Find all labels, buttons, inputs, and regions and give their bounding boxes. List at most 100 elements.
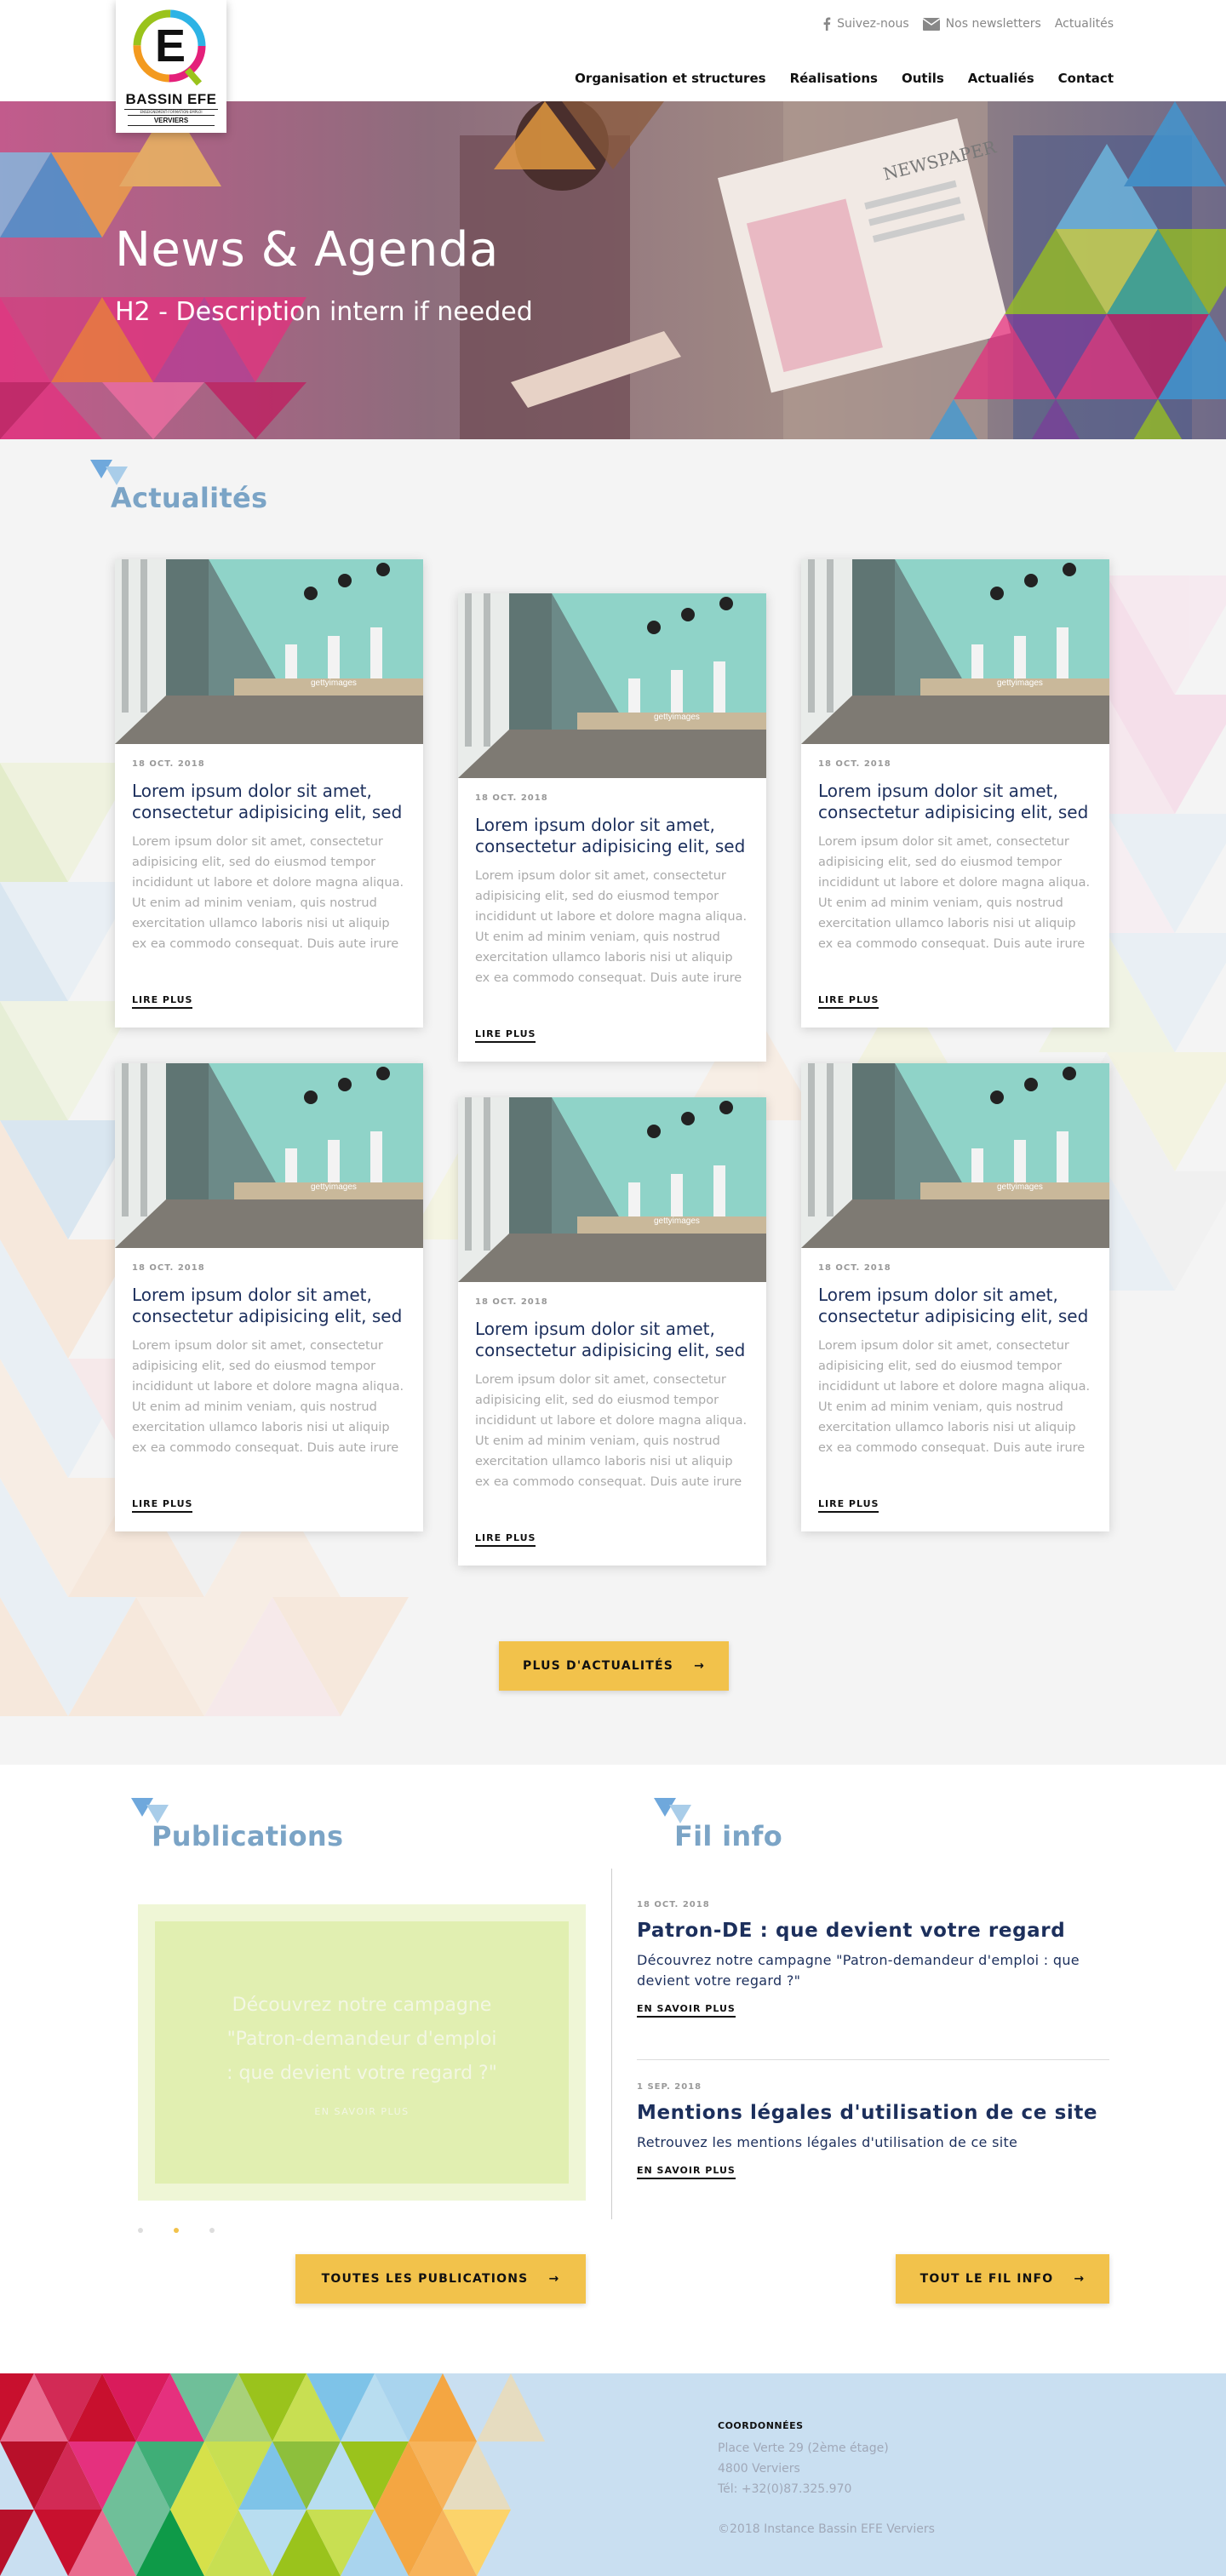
top-utility-bar: Suivez-nous Nos newsletters Actualités	[822, 17, 1114, 31]
fil-info-title[interactable]: Mentions légales d'utilisation de ce sit…	[637, 2102, 1109, 2124]
news-card-date: 18 OCT. 2018	[818, 759, 891, 769]
news-card-read-more[interactable]: LIRE PLUS	[818, 994, 879, 1009]
more-news-button[interactable]: PLUS D'ACTUALITÉS →	[499, 1641, 729, 1691]
fil-info-item: 18 OCT. 2018 Patron-DE : que devient vot…	[637, 1900, 1109, 2018]
all-fil-info-button[interactable]: TOUT LE FIL INFO →	[896, 2254, 1109, 2304]
carousel-dot[interactable]	[138, 2228, 143, 2233]
section-triangle-icon	[90, 460, 128, 485]
fil-info-date: 18 OCT. 2018	[637, 1900, 710, 1909]
news-card-excerpt: Lorem ipsum dolor sit amet, consectetur …	[818, 1339, 1091, 1455]
news-card[interactable]: gettyimages 18 OCT. 2018 Lorem ipsum dolor…	[801, 1063, 1109, 1531]
news-card-title[interactable]: Lorem ipsum dolor sit amet, consectetur …	[818, 781, 1092, 823]
news-card-excerpt: Lorem ipsum dolor sit amet, consectetur …	[475, 1373, 748, 1489]
newsletters-label: Nos newsletters	[945, 17, 1041, 31]
news-card-image: gettyimages	[801, 1063, 1109, 1248]
news-card-read-more[interactable]: LIRE PLUS	[132, 1498, 193, 1513]
arrow-right-icon: →	[1074, 2272, 1086, 2286]
news-card-read-more[interactable]: LIRE PLUS	[475, 1028, 536, 1043]
facebook-icon	[823, 17, 831, 31]
news-card-image: gettyimages	[115, 1063, 423, 1248]
image-watermark: gettyimages	[997, 1182, 1043, 1192]
divider	[637, 2059, 1109, 2060]
fil-info-more-link[interactable]: EN SAVOIR PLUS	[637, 2165, 736, 2179]
news-card[interactable]: gettyimages 18 OCT. 2018 Lorem ipsum dolor…	[801, 559, 1109, 1028]
fil-info-more-link[interactable]: EN SAVOIR PLUS	[637, 2003, 736, 2018]
site-footer: COORDONNÉES Place Verte 29 (2ème étage) …	[0, 2373, 1226, 2576]
news-card[interactable]: gettyimages 18 OCT. 2018 Lorem ipsum dolor…	[115, 1063, 423, 1531]
image-watermark: gettyimages	[311, 1182, 357, 1192]
nav-realisations[interactable]: Réalisations	[790, 71, 878, 86]
news-card-body: 18 OCT. 2018 Lorem ipsum dolor sit amet, …	[458, 778, 766, 1062]
news-card-title[interactable]: Lorem ipsum dolor sit amet, consectetur …	[475, 1319, 749, 1361]
topbar-news-link[interactable]: Actualités	[1055, 17, 1114, 31]
publication-slide[interactable]: Découvrez notre campagne "Patron-demande…	[138, 1904, 586, 2201]
copyright: ©2018 Instance Bassin EFE Verviers	[718, 2522, 935, 2536]
image-watermark: gettyimages	[654, 1216, 700, 1226]
logo-city: VERVIERS	[128, 115, 215, 126]
news-card-title[interactable]: Lorem ipsum dolor sit amet, consectetur …	[475, 815, 749, 857]
all-publications-button[interactable]: TOUTES LES PUBLICATIONS →	[295, 2254, 586, 2304]
news-card-body: 18 OCT. 2018 Lorem ipsum dolor sit amet, …	[458, 1282, 766, 1566]
news-card-image: gettyimages	[458, 1097, 766, 1282]
follow-label: Suivez-nous	[837, 17, 909, 31]
image-watermark: gettyimages	[997, 678, 1043, 688]
publications-heading: Publications	[152, 1820, 344, 1852]
logo-name: BASSIN EFE	[125, 91, 217, 107]
footer-triangle-pattern	[0, 2373, 545, 2576]
column-divider	[611, 1869, 612, 2219]
news-card[interactable]: gettyimages 18 OCT. 2018 Lorem ipsum dolor…	[458, 1097, 766, 1566]
news-card[interactable]: gettyimages 18 OCT. 2018 Lorem ipsum dolor…	[458, 593, 766, 1062]
news-card-read-more[interactable]: LIRE PLUS	[818, 1498, 879, 1513]
carousel-dot[interactable]	[209, 2228, 215, 2233]
fil-info-title[interactable]: Patron-DE : que devient votre regard	[637, 1920, 1109, 1942]
nav-organisation[interactable]: Organisation et structures	[575, 71, 765, 86]
publication-slide-content: Découvrez notre campagne "Patron-demande…	[155, 1921, 569, 2184]
logo-letter: E	[155, 20, 186, 72]
fil-info-header: Fil info	[654, 1798, 782, 1852]
envelope-icon	[922, 17, 940, 31]
page-subtitle: H2 - Description intern if needed	[115, 297, 533, 327]
news-card-title[interactable]: Lorem ipsum dolor sit amet, consectetur …	[132, 1285, 406, 1327]
news-card-read-more[interactable]: LIRE PLUS	[132, 994, 193, 1009]
publication-slide-more[interactable]: EN SAVOIR PLUS	[314, 2106, 409, 2117]
logo-tagline: ENSEIGNEMENT-FORMATION-EMPLOI	[124, 109, 218, 114]
main-navigation: Organisation et structures Réalisations …	[575, 71, 1114, 86]
carousel-dot-active[interactable]	[174, 2228, 179, 2233]
address-line-2: 4800 Verviers	[718, 2462, 800, 2476]
news-card-body: 18 OCT. 2018 Lorem ipsum dolor sit amet, …	[801, 744, 1109, 1028]
news-card-date: 18 OCT. 2018	[475, 793, 548, 803]
nav-contact[interactable]: Contact	[1058, 71, 1114, 86]
news-card-body: 18 OCT. 2018 Lorem ipsum dolor sit amet, …	[115, 744, 423, 1028]
page-title: News & Agenda	[115, 222, 499, 278]
news-card-image: gettyimages	[115, 559, 423, 744]
news-card-date: 18 OCT. 2018	[132, 1263, 205, 1273]
news-card-image: gettyimages	[801, 559, 1109, 744]
news-card-date: 18 OCT. 2018	[132, 759, 205, 769]
newsletters-link[interactable]: Nos newsletters	[922, 17, 1041, 31]
fil-info-date: 1 SEP. 2018	[637, 2082, 702, 2092]
arrow-right-icon: →	[694, 1659, 705, 1673]
fil-info-description: Découvrez notre campagne "Patron-demande…	[637, 1952, 1080, 1989]
news-section: Actualités gettyimages 18 OCT. 2018 Lorem …	[0, 439, 1226, 1765]
news-card-title[interactable]: Lorem ipsum dolor sit amet, consectetur …	[818, 1285, 1092, 1327]
more-news-label: PLUS D'ACTUALITÉS	[522, 1659, 674, 1673]
news-card-excerpt: Lorem ipsum dolor sit amet, consectetur …	[132, 835, 404, 951]
news-card-date: 18 OCT. 2018	[818, 1263, 891, 1273]
nav-actualites[interactable]: Actualiés	[968, 71, 1034, 86]
nav-outils[interactable]: Outils	[902, 71, 944, 86]
all-fil-info-label: TOUT LE FIL INFO	[920, 2272, 1054, 2286]
phone-number[interactable]: Tél: +32(0)87.325.970	[718, 2479, 889, 2499]
site-logo[interactable]: E BASSIN EFE ENSEIGNEMENT-FORMATION-EMPL…	[116, 0, 226, 133]
news-card-title[interactable]: Lorem ipsum dolor sit amet, consectetur …	[132, 781, 406, 823]
follow-link[interactable]: Suivez-nous	[822, 17, 909, 31]
address-line-1: Place Verte 29 (2ème étage)	[718, 2441, 889, 2455]
logo-ring-icon: E	[133, 9, 206, 86]
publication-slide-text: Découvrez notre campagne "Patron-demande…	[226, 1994, 497, 2084]
contact-heading: COORDONNÉES	[718, 2420, 804, 2431]
news-section-header: Actualités	[90, 460, 267, 514]
image-watermark: gettyimages	[311, 678, 357, 688]
news-card-read-more[interactable]: LIRE PLUS	[475, 1532, 536, 1547]
news-card-excerpt: Lorem ipsum dolor sit amet, consectetur …	[818, 835, 1091, 951]
news-card[interactable]: gettyimages 18 OCT. 2018 Lorem ipsum dolor…	[115, 559, 423, 1028]
news-card-body: 18 OCT. 2018 Lorem ipsum dolor sit amet, …	[115, 1248, 423, 1531]
